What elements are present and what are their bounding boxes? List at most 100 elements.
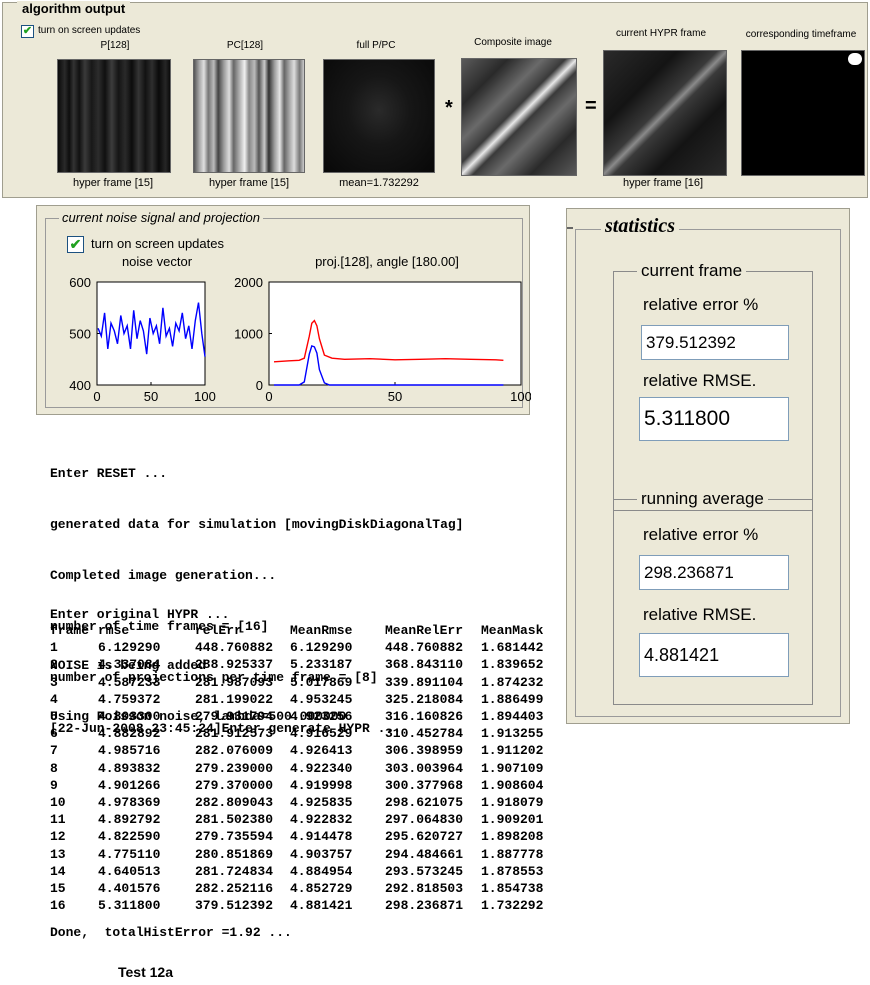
- table-cell: 1.732292: [481, 898, 544, 914]
- panel-title-hypr: current HYPR frame: [615, 28, 707, 39]
- running-average-title: running average: [637, 489, 768, 509]
- table-cell: 1.918079: [481, 795, 544, 810]
- timeframe-image: [741, 50, 865, 176]
- table-cell: 298.621075: [385, 795, 464, 810]
- table-cell: 1.913255: [481, 726, 544, 742]
- table-cell: 303.003964: [385, 760, 464, 776]
- current-rel-error-field[interactable]: [641, 325, 789, 360]
- y-tick-label: 400: [69, 378, 91, 393]
- current-rmse-label: relative RMSE.: [643, 371, 757, 390]
- caption-full-ppc: mean=1.732292: [339, 177, 419, 189]
- panel-title-pc: PC[128]: [226, 40, 264, 51]
- table-cell: 4.914478: [290, 829, 353, 845]
- table-cell: 4.337084: [98, 657, 161, 673]
- panel-title-composite: Composite image: [474, 37, 552, 48]
- table-cell: 1.887778: [481, 846, 544, 862]
- table-cell: 4.803300: [98, 709, 161, 724]
- noise-charts-svg: 0 50 100 600 500 400 0 50 100 2000 1000 0: [69, 275, 531, 404]
- table-cell: 9: [50, 777, 58, 793]
- algo-screen-updates-label: turn on screen updates: [38, 25, 141, 36]
- table-cell: 281.724834: [195, 863, 274, 879]
- current-frame-title: current frame: [637, 261, 747, 281]
- noise-vector-chart: 0 50 100 600 500 400: [69, 275, 216, 404]
- algo-screen-updates-checkbox[interactable]: ✔: [21, 25, 34, 38]
- y-tick-label: 0: [256, 378, 263, 393]
- table-cell: 4.881421: [290, 898, 353, 914]
- table-cell: 1: [50, 640, 58, 656]
- running-rmse-field[interactable]: [639, 633, 789, 677]
- y-tick-label: 2000: [234, 275, 263, 290]
- table-cell: 1.911202: [481, 743, 544, 759]
- stats-frame-tick: [567, 227, 573, 229]
- running-rel-error-label: relative error %: [643, 525, 759, 544]
- table-cell: 4.640513: [98, 863, 161, 879]
- x-tick-label: 50: [388, 389, 402, 404]
- table-cell: 1.898208: [481, 829, 544, 845]
- x-tick-label: 0: [93, 389, 100, 404]
- table-cell: 282.809043: [195, 795, 274, 810]
- console-line: Enter RESET ...: [50, 466, 168, 481]
- x-tick-label: 100: [510, 389, 531, 404]
- table-cell: 4.923256: [290, 709, 353, 724]
- table-cell: 4.759372: [98, 691, 161, 707]
- table-cell: 6: [50, 726, 58, 742]
- table-cell: 1.854738: [481, 881, 544, 896]
- table-cell: 448.760882: [385, 640, 464, 656]
- table-header-cell: frame: [50, 623, 90, 638]
- table-cell: 4.922340: [290, 760, 353, 776]
- table-header-cell: MeanMask: [481, 623, 544, 638]
- table-cell: 4.893832: [98, 760, 161, 776]
- table-cell: 379.512392: [195, 898, 274, 914]
- console-line: generated data for simulation [movingDis…: [50, 517, 464, 532]
- table-cell: 3: [50, 674, 58, 690]
- table-header-cell: MeanRelErr: [385, 623, 464, 638]
- table-cell: 292.818503: [385, 881, 464, 896]
- x-tick-label: 0: [265, 389, 272, 404]
- table-cell: 294.484661: [385, 846, 464, 862]
- console-done-line: Done, totalHistError =1.92 ...: [50, 925, 292, 940]
- table-cell: 4.884954: [290, 863, 353, 879]
- table-cell: 15: [50, 881, 66, 896]
- table-cell: 288.925337: [195, 657, 274, 673]
- table-cell: 11: [50, 812, 66, 828]
- running-rel-error-field[interactable]: [639, 555, 789, 590]
- table-cell: 293.573245: [385, 863, 464, 879]
- table-cell: 4.953245: [290, 691, 353, 707]
- table-cell: 281.987093: [195, 674, 274, 690]
- plot-area: [96, 281, 206, 386]
- statistics-title: statistics: [601, 215, 680, 238]
- table-cell: 310.452784: [385, 726, 464, 742]
- panel-title-full-ppc: full P/PC: [356, 40, 396, 51]
- current-rel-error-label: relative error %: [643, 295, 759, 314]
- statistics-panel: statistics current frame relative error …: [566, 208, 850, 724]
- table-cell: 7: [50, 743, 58, 759]
- table-cell: 5: [50, 709, 58, 724]
- table-cell: 4.978369: [98, 795, 161, 810]
- table-cell: 14: [50, 863, 66, 879]
- table-cell: 1.907109: [481, 760, 544, 776]
- table-cell: 4.852729: [290, 881, 353, 896]
- table-cell: 4.892792: [98, 812, 161, 828]
- x-tick-label: 50: [144, 389, 158, 404]
- table-cell: 4.925835: [290, 795, 353, 810]
- table-cell: 4.822590: [98, 829, 161, 845]
- table-cell: 1.839652: [481, 657, 544, 673]
- table-cell: 368.843110: [385, 657, 464, 673]
- table-cell: 298.236871: [385, 898, 464, 914]
- p128-image: [57, 59, 171, 173]
- console-line: Enter original HYPR ...: [50, 607, 230, 622]
- table-cell: 8: [50, 760, 58, 776]
- table-cell: 316.160826: [385, 709, 464, 724]
- table-cell: 1.909201: [481, 812, 544, 828]
- table-cell: 4.401576: [98, 881, 161, 896]
- projection-chart: 0 50 100 2000 1000 0: [234, 275, 531, 404]
- table-cell: 325.218084: [385, 691, 464, 707]
- y-tick-label: 1000: [234, 327, 263, 342]
- pc128-image: [193, 59, 305, 173]
- table-cell: 339.891104: [385, 674, 464, 690]
- table-header-cell: rmse: [98, 623, 130, 638]
- caption-hypr: hyper frame [16]: [622, 177, 704, 189]
- table-cell: 279.931794: [195, 709, 274, 724]
- table-cell: 4.926413: [290, 743, 353, 759]
- current-rmse-field[interactable]: [639, 397, 789, 441]
